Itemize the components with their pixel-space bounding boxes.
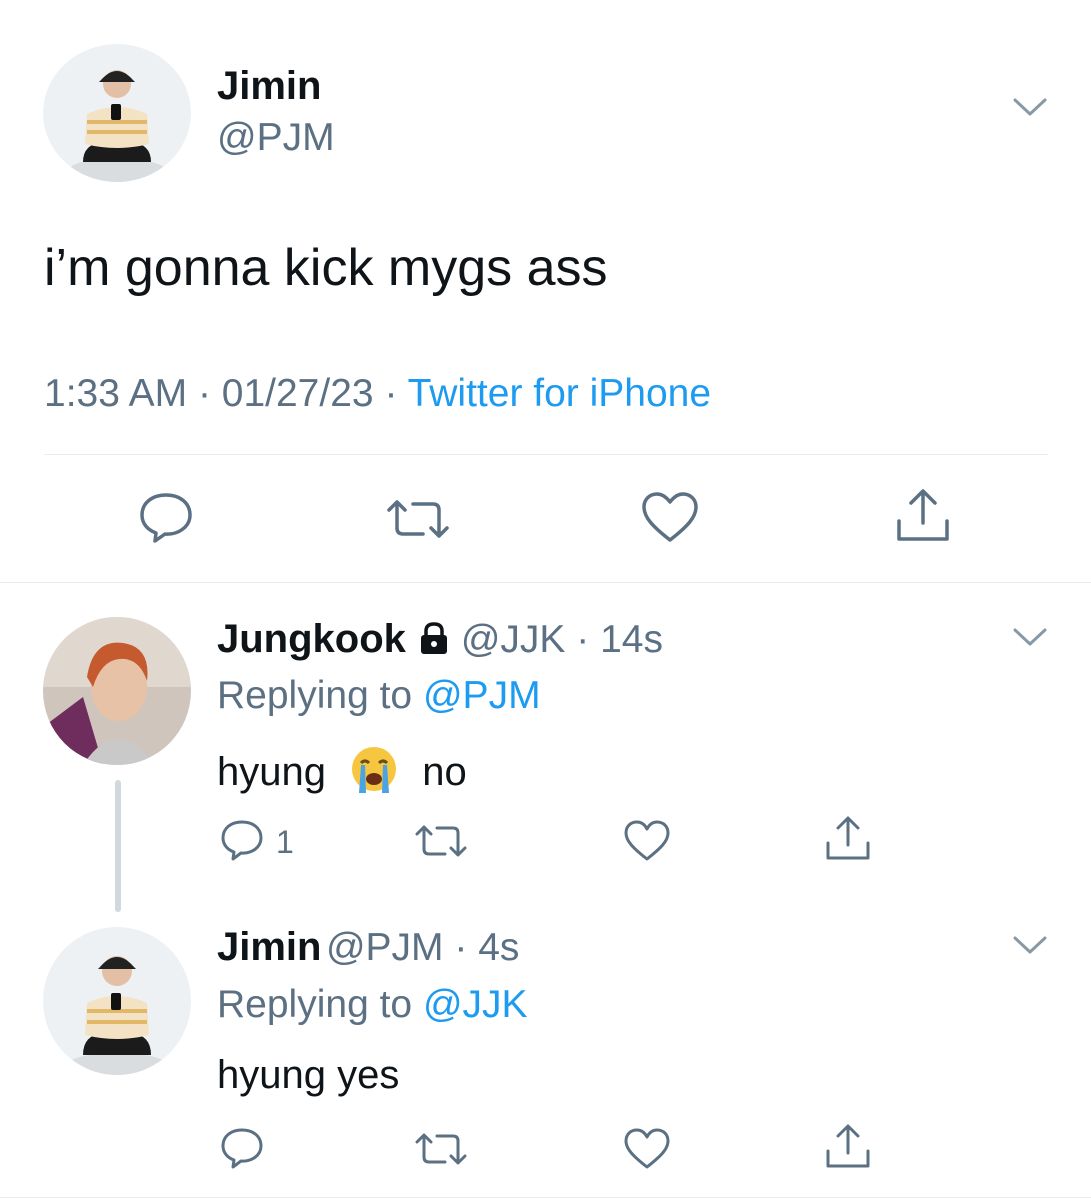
reply-icon[interactable] <box>138 491 194 543</box>
reply-age[interactable]: 14s <box>600 618 663 661</box>
retweet-icon[interactable] <box>412 822 470 860</box>
separator: · <box>565 618 601 661</box>
divider <box>0 582 1091 583</box>
reply-icon[interactable] <box>220 819 264 861</box>
chevron-down-icon[interactable] <box>1012 626 1048 653</box>
reply-count: 1 <box>276 824 294 860</box>
share-icon[interactable] <box>823 1123 873 1171</box>
replying-to-label: Replying to <box>217 983 413 1026</box>
avatar[interactable] <box>43 927 191 1075</box>
tweet-text: i’m gonna kick mygs ass <box>44 239 608 297</box>
retweet-icon[interactable] <box>412 1130 470 1168</box>
chevron-down-icon[interactable] <box>1012 96 1048 123</box>
tweet-date: 01/27/23 <box>221 372 374 415</box>
retweet-icon[interactable] <box>383 496 453 542</box>
reply-text: hyung yes <box>217 1053 400 1097</box>
tweet-meta: 1:33 AM · 01/27/23 · Twitter for iPhone <box>44 374 711 413</box>
share-icon[interactable] <box>823 815 873 863</box>
divider <box>0 1197 1091 1198</box>
replying-to-link[interactable]: @PJM <box>423 674 541 717</box>
loudly-crying-emoji <box>347 745 401 804</box>
like-icon[interactable] <box>640 490 700 544</box>
lock-icon <box>416 620 452 660</box>
author-handle[interactable]: @PJM <box>217 118 335 157</box>
author-name[interactable]: Jimin <box>217 66 321 106</box>
tweet-time: 1:33 AM <box>44 372 188 415</box>
chevron-down-icon[interactable] <box>1012 934 1048 961</box>
separator: · <box>384 372 398 415</box>
reply-text-start: hyung <box>217 750 326 794</box>
share-icon[interactable] <box>893 487 953 545</box>
replying-to-link[interactable]: @JJK <box>423 983 528 1026</box>
avatar[interactable] <box>43 617 191 765</box>
reply-header: Jungkook @JJK · 14s <box>217 619 663 660</box>
reply-text-end: no <box>422 750 467 794</box>
author-handle[interactable]: @JJK <box>461 618 566 661</box>
replying-to: Replying to @JJK <box>217 985 528 1024</box>
reply-age[interactable]: 4s <box>478 926 519 969</box>
divider <box>44 454 1048 455</box>
like-icon[interactable] <box>623 819 671 863</box>
author-name[interactable]: Jimin <box>217 925 321 969</box>
author-handle[interactable]: @PJM <box>326 926 444 969</box>
avatar[interactable] <box>43 44 191 182</box>
like-icon[interactable] <box>623 1127 671 1171</box>
tweet-source-link[interactable]: Twitter for iPhone <box>408 372 711 415</box>
replying-to: Replying to @PJM <box>217 676 541 715</box>
replying-to-label: Replying to <box>217 674 413 717</box>
separator: · <box>197 372 211 415</box>
reply-header: Jimin @PJM · 4s <box>217 927 519 967</box>
thread-line <box>115 780 121 912</box>
separator: · <box>443 926 479 969</box>
reply-text: hyung no <box>217 745 467 804</box>
author-name[interactable]: Jungkook <box>217 617 406 661</box>
reply-icon[interactable] <box>220 1127 264 1169</box>
